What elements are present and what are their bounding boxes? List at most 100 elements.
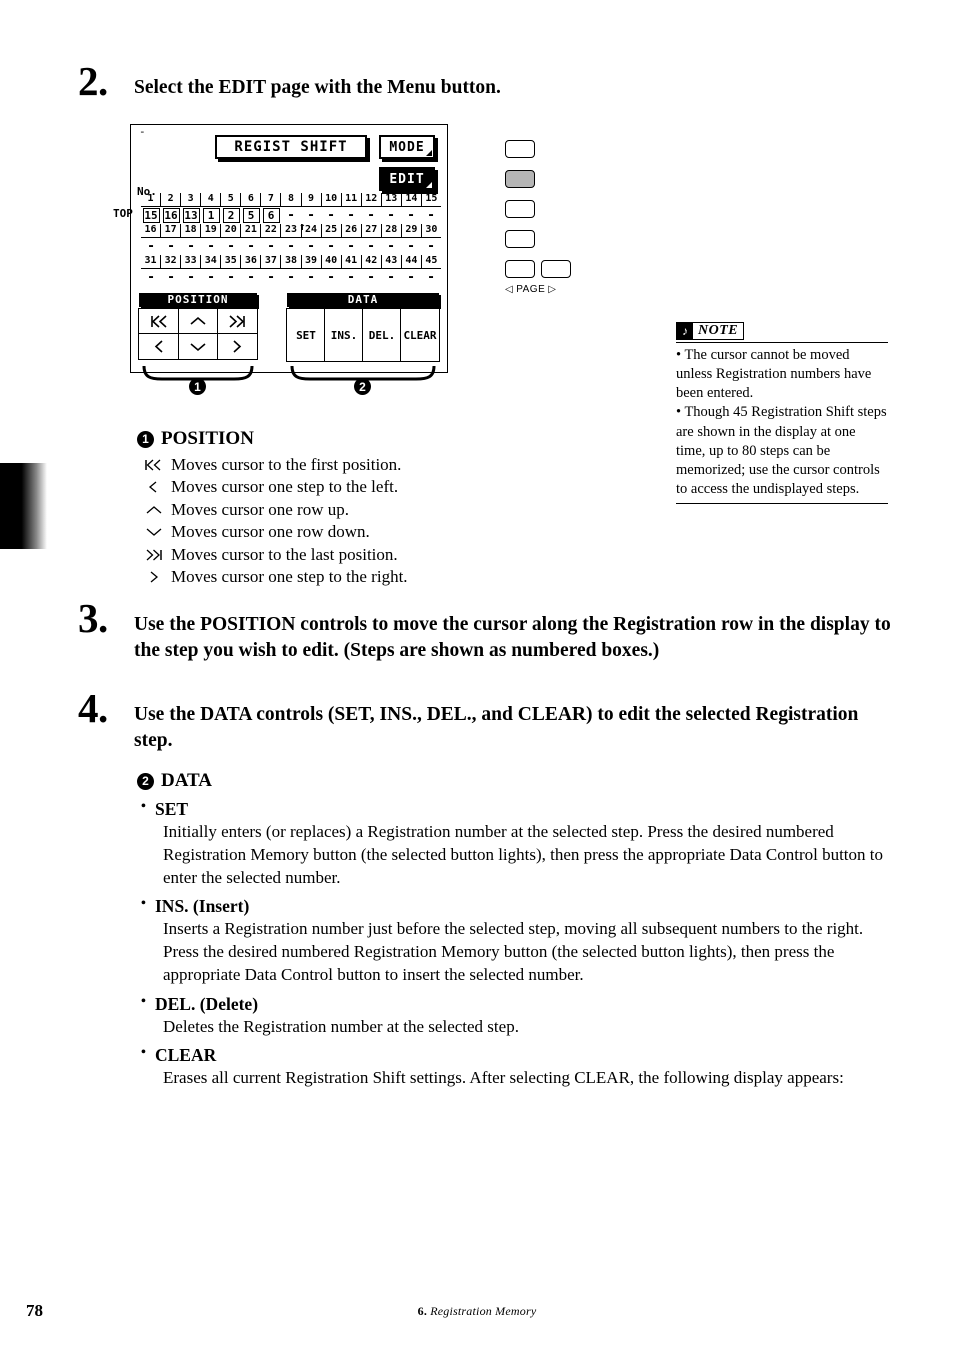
step-number: 19 [201,224,222,237]
step-slot[interactable]: - [201,270,221,286]
registration-shift-grid: TOP 1 2 3 4 5 6 7 8 9 10 11 12 13 14 15 [113,193,441,286]
empty-step: - [307,238,315,254]
step-slot[interactable]: 5 [241,208,261,224]
step-slot[interactable]: - [321,270,341,286]
step-slot[interactable]: - [301,270,321,286]
chevron-left-icon [154,340,163,353]
note-title: NOTE [698,323,739,338]
step-slot[interactable]: - [401,270,421,286]
note-box: ♪ NOTE • The cursor cannot be moved unle… [676,322,888,504]
insert-key[interactable]: INS. [324,308,364,362]
data-description-section: 2 DATA SET Initially enters (or replaces… [137,770,897,1090]
list-item: Moves cursor one row up. [137,499,557,521]
empty-step: - [347,207,355,223]
step-number: 35 [221,255,242,268]
last-position-key[interactable] [216,308,258,335]
step-slot[interactable]: - [361,270,381,286]
step-slot[interactable]: - [181,239,201,255]
step-slot[interactable]: 6 [261,208,281,224]
grid-row-3-numbers: 31 32 33 34 35 36 37 38 39 40 41 42 43 4… [141,255,441,269]
step-slot[interactable]: - [281,208,301,224]
step-slot[interactable]: - [241,239,261,255]
note-divider-bottom [676,503,888,504]
menu-button-2[interactable] [505,170,535,188]
step-slot[interactable]: - [361,208,381,224]
step-slot[interactable]: 2 [221,208,241,224]
clear-key[interactable]: CLEAR [400,308,440,362]
step-slot[interactable]: - [161,239,181,255]
step-slot[interactable]: - [341,239,361,255]
step-slot[interactable]: - [381,239,401,255]
callout-2-inline: 2 [137,772,154,790]
step-slot[interactable]: 15 [141,208,161,224]
step-slot[interactable]: - [421,208,441,224]
grid-row-2-values: - - - - - - - - - - - - - - - [141,238,441,255]
delete-key[interactable]: DEL. [362,308,402,362]
empty-step: - [207,269,215,285]
lcd-screen: - REGIST SHIFT MODE EDIT No. TOP 1 2 3 4… [113,124,448,373]
edit-button[interactable]: EDIT [379,167,435,191]
step-slot[interactable]: - [201,239,221,255]
menu-button-3[interactable] [505,200,535,218]
grid-row-3-values: - - - - - - - - - - - - - - - [141,269,441,286]
menu-button-1[interactable] [505,140,535,158]
step-slot[interactable]: - [141,239,161,255]
step-slot[interactable]: - [341,270,361,286]
step-slot[interactable]: - [421,239,441,255]
step-slot[interactable]: - [321,239,341,255]
data-entry-description: Inserts a Registration number just befor… [163,919,864,984]
step-number: 24 [302,224,322,237]
step-number: 32 [161,255,182,268]
top-row-label: TOP [113,207,133,220]
data-entry-set: SET Initially enters (or replaces) a Reg… [137,799,897,889]
regist-shift-title-button[interactable]: REGIST SHIFT [215,135,367,159]
step-slot[interactable]: - [401,208,421,224]
step-slot[interactable]: - [421,270,441,286]
first-position-key[interactable] [138,308,180,335]
step-slot[interactable]: - [381,270,401,286]
step-slot[interactable]: - [161,270,181,286]
step-slot[interactable]: - [181,270,201,286]
lcd-figure: - REGIST SHIFT MODE EDIT No. TOP 1 2 3 4… [113,124,448,395]
step-number: 1 [141,193,162,206]
chevron-up-icon [137,503,171,517]
step-slot[interactable]: - [281,239,301,255]
step-slot[interactable]: - [221,239,241,255]
step-slot[interactable]: - [141,270,161,286]
step-slot[interactable]: 16 [161,208,181,224]
note-item: • The cursor cannot be moved unless Regi… [676,347,872,402]
step-right-key[interactable] [216,333,258,360]
set-key[interactable]: SET [286,308,326,362]
step-slot[interactable]: - [401,239,421,255]
row-down-key[interactable] [177,333,219,360]
step-2-number: 2. [78,58,108,104]
step-slot[interactable]: 1 [201,208,221,224]
step-number: 8 [281,193,302,206]
data-entry-description: Erases all current Registration Shift se… [163,1068,844,1088]
step-slot[interactable]: - [261,270,281,286]
page-prev-button[interactable] [505,260,535,278]
list-item: Moves cursor one step to the left. [137,476,557,498]
step-2: 2. Select the EDIT page with the Menu bu… [78,58,898,104]
music-note-icon: ♪ [677,323,693,339]
step-slot[interactable]: - [381,208,401,224]
step-number: 28 [382,224,402,237]
step-slot[interactable]: - [321,208,341,224]
menu-button-4[interactable] [505,230,535,248]
step-slot[interactable]: - [241,270,261,286]
step-left-key[interactable] [138,333,180,360]
step-slot[interactable]: - [361,239,381,255]
step-slot[interactable]: - [281,270,301,286]
empty-step: - [287,269,295,285]
step-3-number: 3. [78,595,108,641]
step-slot[interactable]: - [261,239,281,255]
step-number: 36 [241,255,262,268]
step-slot[interactable]: - [221,270,241,286]
step-slot[interactable]: 13 [181,208,201,224]
step-slot[interactable]: - [341,208,361,224]
chevron-up-icon [190,316,206,325]
step-slot[interactable]: - [301,239,321,255]
row-up-key[interactable] [177,308,219,335]
page-next-button[interactable] [541,260,571,278]
mode-button[interactable]: MODE [379,135,435,159]
